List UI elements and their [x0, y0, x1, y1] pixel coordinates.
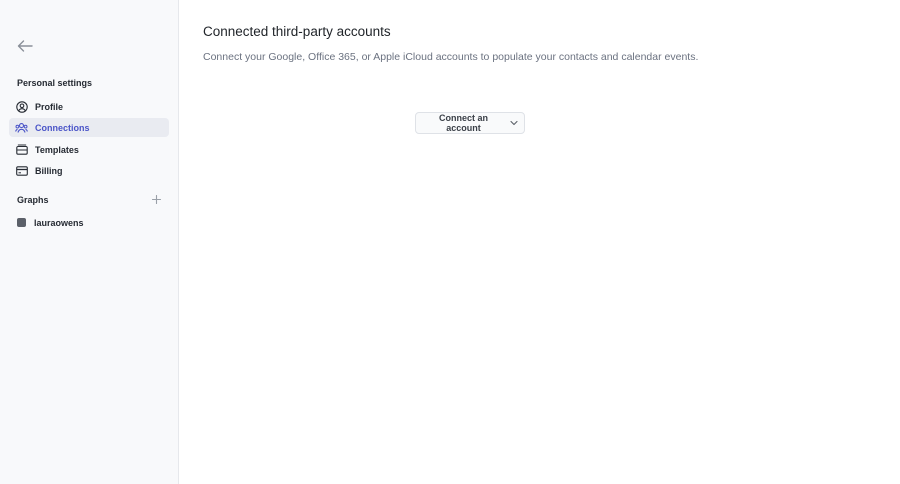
- main-content: Connected third-party accounts Connect y…: [179, 0, 900, 484]
- graph-item-lauraowens[interactable]: lauraowens: [9, 213, 169, 232]
- add-graph-button[interactable]: [149, 193, 163, 207]
- sidebar-item-billing[interactable]: Billing: [9, 161, 169, 180]
- user-circle-icon: [15, 100, 28, 113]
- sidebar-item-connections[interactable]: Connections: [9, 118, 169, 137]
- sidebar-item-label: Profile: [35, 101, 64, 112]
- sidebar-item-label: Billing: [35, 165, 63, 176]
- page-description: Connect your Google, Office 365, or Appl…: [203, 51, 699, 63]
- page-title: Connected third-party accounts: [203, 24, 391, 39]
- graph-avatar: [17, 218, 26, 227]
- app-window: Personal settings Profile Connections Te…: [0, 0, 900, 484]
- back-button[interactable]: [14, 38, 36, 58]
- personal-settings-title: Personal settings: [17, 78, 93, 88]
- chevron-down-icon: [510, 120, 518, 126]
- sidebar-item-label: Templates: [35, 144, 79, 155]
- sidebar-item-label: Connections: [35, 122, 90, 133]
- users-icon: [15, 121, 28, 134]
- sidebar-item-templates[interactable]: Templates: [9, 140, 169, 159]
- arrow-left-icon: [17, 39, 33, 57]
- connect-account-button[interactable]: Connect an account: [415, 112, 525, 134]
- credit-card-icon: [15, 164, 28, 177]
- graphs-title: Graphs: [17, 195, 49, 205]
- sidebar: Personal settings Profile Connections Te…: [0, 0, 179, 484]
- sidebar-item-profile[interactable]: Profile: [9, 97, 169, 116]
- graph-item-label: lauraowens: [34, 217, 84, 228]
- plus-icon: [151, 191, 161, 209]
- connect-account-label: Connect an account: [438, 113, 488, 133]
- template-icon: [15, 143, 28, 156]
